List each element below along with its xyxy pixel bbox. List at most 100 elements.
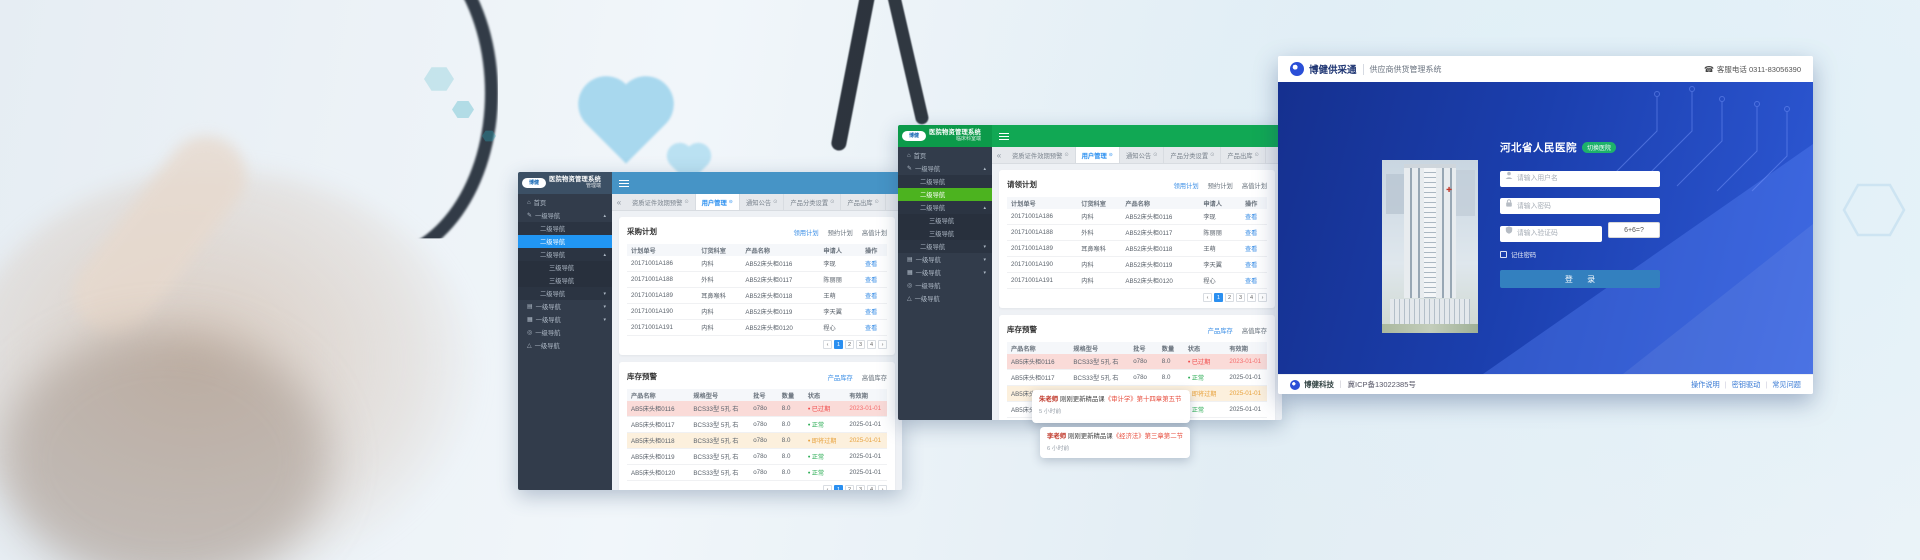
column-header: 有效期 (1225, 344, 1267, 353)
page-›[interactable]: › (878, 340, 887, 349)
page-‹[interactable]: ‹ (823, 340, 832, 349)
view-link[interactable]: 查看 (1245, 230, 1257, 237)
page-3[interactable]: 3 (856, 340, 865, 349)
view-link[interactable]: 查看 (865, 325, 877, 332)
page-2[interactable]: 2 (845, 485, 854, 490)
sidebar-item-一级导航[interactable]: ◎一级导航 (518, 326, 612, 339)
tab-label: 产品分类设置 (790, 198, 828, 207)
sidebar-item-二级导航[interactable]: 二级导航▴ (518, 248, 612, 261)
sidebar-item-一级导航[interactable]: ✎一级导航▴ (518, 209, 612, 222)
sidebar-item-二级导航[interactable]: 二级导航 (898, 175, 992, 188)
page-4[interactable]: 4 (867, 485, 876, 490)
tab-通知公告[interactable]: 通知公告⊙ (1120, 147, 1164, 163)
toast-course-link[interactable]: 《审计学》第十四章第五节 (1105, 396, 1182, 403)
tab-用户管理[interactable]: 用户管理⊙ (1076, 147, 1120, 163)
card-link-预约计划[interactable]: 预约计划 (1208, 183, 1233, 190)
card-link-高值库存[interactable]: 高值库存 (1242, 328, 1267, 335)
view-link[interactable]: 查看 (865, 309, 877, 316)
card-link-预约计划[interactable]: 预约计划 (828, 230, 853, 237)
footer-link-manual[interactable]: 操作说明 (1691, 380, 1720, 390)
menu-icon[interactable] (999, 133, 1009, 140)
tab-资质证件效期预警[interactable]: 资质证件效期预警⊙ (626, 194, 696, 210)
view-link[interactable]: 查看 (1245, 246, 1257, 253)
sidebar-item-一级导航[interactable]: ▦一级导航▾ (518, 313, 612, 326)
collapse-tabs-icon[interactable]: « (992, 147, 1006, 163)
card-link-产品库存[interactable]: 产品库存 (828, 375, 853, 382)
sidebar-item-首页[interactable]: ⌂首页 (518, 196, 612, 209)
card-link-高值库存[interactable]: 高值库存 (862, 375, 887, 382)
card-link-领用计划[interactable]: 领用计划 (1173, 183, 1198, 190)
tab-资质证件效期预警[interactable]: 资质证件效期预警⊙ (1006, 147, 1076, 163)
remember-checkbox[interactable] (1500, 251, 1507, 258)
chevron-down-icon: ▾ (603, 304, 606, 310)
login-button[interactable]: 登 录 (1500, 270, 1660, 288)
menu-icon[interactable] (619, 180, 629, 187)
tab-通知公告[interactable]: 通知公告⊙ (740, 194, 784, 210)
sidebar-item-三级导航[interactable]: 三级导航 (518, 261, 612, 274)
sidebar-item-一级导航[interactable]: △一级导航 (898, 292, 992, 305)
sidebar-item-二级导航[interactable]: 二级导航▾ (518, 287, 612, 300)
sidebar-item-一级导航[interactable]: ▤一级导航▾ (518, 300, 612, 313)
view-link[interactable]: 查看 (865, 261, 877, 268)
cell: 外科 (697, 275, 741, 284)
page-1[interactable]: 1 (834, 340, 843, 349)
page-1[interactable]: 1 (834, 485, 843, 490)
tab-label: 资质证件效期预警 (632, 198, 682, 207)
page-4[interactable]: 4 (867, 340, 876, 349)
tab-产品出库[interactable]: 产品出库⊙ (1221, 147, 1265, 163)
sidebar-item-二级导航[interactable]: 二级导航 (898, 188, 992, 201)
page-2[interactable]: 2 (845, 340, 854, 349)
card-link-高值计划[interactable]: 高值计划 (862, 230, 887, 237)
card-link-领用计划[interactable]: 领用计划 (793, 230, 818, 237)
collapse-tabs-icon[interactable]: « (612, 194, 626, 210)
username-input[interactable] (1500, 171, 1660, 187)
notification-toast[interactable]: 李老师 刚刚更新精品课《经济法》第三章第二节 6 小时前 (1040, 427, 1190, 458)
tab-产品出库[interactable]: 产品出库⊙ (841, 194, 885, 210)
page-‹[interactable]: ‹ (823, 485, 832, 490)
view-link[interactable]: 查看 (1245, 214, 1257, 221)
sidebar-item-二级导航[interactable]: 二级导航 (518, 235, 612, 248)
sidebar-item-三级导航[interactable]: 三级导航 (898, 227, 992, 240)
footer-link-faq[interactable]: 常见问题 (1772, 380, 1801, 390)
sidebar-item-一级导航[interactable]: ✎一级导航▴ (898, 162, 992, 175)
toast-text: 刚刚更新精品课 (1058, 396, 1105, 403)
sidebar-item-一级导航[interactable]: △一级导航 (518, 339, 612, 352)
captcha-image[interactable]: 6+6=? (1608, 222, 1660, 238)
sidebar-item-一级导航[interactable]: ◎一级导航 (898, 279, 992, 292)
column-header: 数量 (1158, 344, 1184, 353)
view-link[interactable]: 查看 (865, 293, 877, 300)
sidebar-item-二级导航[interactable]: 二级导航▾ (898, 240, 992, 253)
tab-产品分类设置[interactable]: 产品分类设置⊙ (1164, 147, 1221, 163)
table-header-row: 计划单号订货科室产品名称申请人操作 (1007, 197, 1267, 209)
sidebar-item-一级导航[interactable]: ▦一级导航▾ (898, 266, 992, 279)
sidebar-item-二级导航[interactable]: 二级导航▴ (898, 201, 992, 214)
tab-产品分类设置[interactable]: 产品分类设置⊙ (784, 194, 841, 210)
card-link-高值计划[interactable]: 高值计划 (1242, 183, 1267, 190)
page-3[interactable]: 3 (856, 485, 865, 490)
notification-toast[interactable]: 朱老师 刚刚更新精品课《审计学》第十四章第五节 5 小时前 (1032, 390, 1190, 423)
sidebar-item-三级导航[interactable]: 三级导航 (898, 214, 992, 227)
view-link[interactable]: 查看 (865, 277, 877, 284)
page-›[interactable]: › (878, 485, 887, 490)
footer-link-driver[interactable]: 密钥驱动 (1732, 380, 1761, 390)
toast-course-link[interactable]: 《经济法》第三章第二节 (1113, 433, 1183, 440)
page-4[interactable]: 4 (1247, 293, 1256, 302)
page-2[interactable]: 2 (1225, 293, 1234, 302)
hexagon-decoration (424, 66, 454, 92)
sidebar-item-首页[interactable]: ⌂首页 (898, 149, 992, 162)
hospital-badge[interactable]: 切换医院 (1582, 142, 1616, 153)
cell: 20171001A186 (1007, 213, 1077, 220)
card-link-产品库存[interactable]: 产品库存 (1208, 328, 1233, 335)
password-input[interactable] (1500, 198, 1660, 214)
view-link[interactable]: 查看 (1245, 262, 1257, 269)
page-1[interactable]: 1 (1214, 293, 1223, 302)
sidebar-item-二级导航[interactable]: 二级导航 (518, 222, 612, 235)
page-3[interactable]: 3 (1236, 293, 1245, 302)
captcha-input[interactable] (1500, 226, 1602, 242)
view-link[interactable]: 查看 (1245, 278, 1257, 285)
sidebar-item-一级导航[interactable]: ▤一级导航▾ (898, 253, 992, 266)
sidebar-item-三级导航[interactable]: 三级导航 (518, 274, 612, 287)
page-‹[interactable]: ‹ (1203, 293, 1212, 302)
tab-用户管理[interactable]: 用户管理⊙ (696, 194, 740, 210)
page-›[interactable]: › (1258, 293, 1267, 302)
